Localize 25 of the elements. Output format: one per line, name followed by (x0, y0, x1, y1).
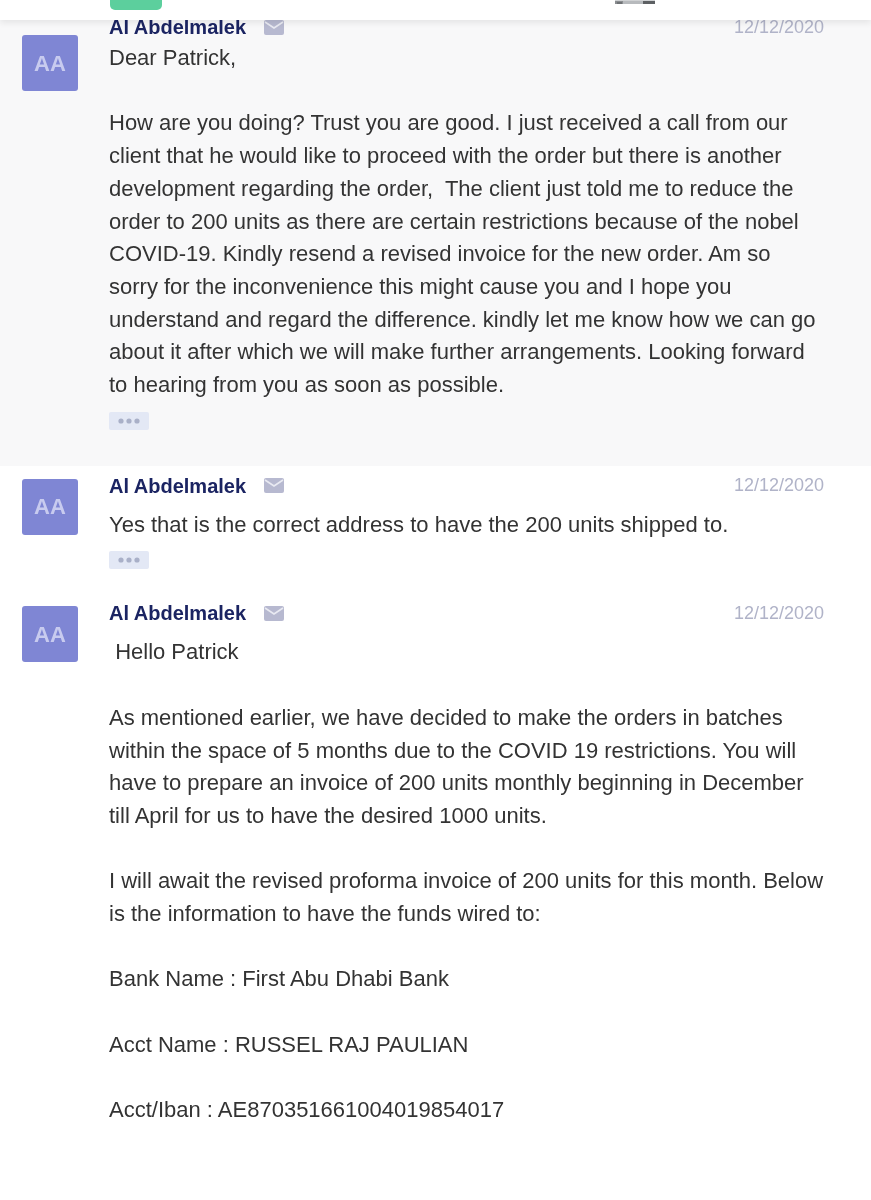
avatar: AA (22, 35, 78, 91)
ellipsis-icon (117, 557, 141, 564)
message-text: I will await the revised proforma invoice of 200 units for this month. Below is the information to have the funds wired to: (109, 867, 824, 928)
message-text: Yes that is the correct address to have the 200 units shipped to. (109, 510, 730, 539)
sender-name: Al Abdelmalek (109, 601, 247, 627)
sender-name: Al Abdelmalek (109, 473, 247, 499)
mail-icon (264, 478, 285, 494)
message-text: As mentioned earlier, we have decided to make the orders in batches within the space of 5 months due to the COVID 19 restrictions. You will have to prepare an invoice of 200 units monthly beginning in December till April for us to have the desired 1000 units. (109, 703, 805, 830)
message-date: 12/12/2020 (733, 474, 824, 498)
message-text: How are you doing? Trust you are good. I just received a call from our client that he would like to proceed with the order but there is another development regarding the order, The client just told me to reduce the order to 200 units as there are certain restrictions because of the nobel COVID-19. Kindly resend a revised invoice for the new order. Am so sorry for the inconvenience this might cause you and I hope you understand and regard the difference. kindly let me know how we can go about it after which we will make further arrangements. Looking forward to hearing from you as soon as possible. (109, 109, 817, 399)
message-text: Acct/Iban : AE870351661004019854017 (109, 1096, 506, 1125)
more-button[interactable] (109, 411, 149, 430)
avatar: AA (22, 606, 78, 663)
ellipsis-icon (117, 417, 141, 424)
more-button[interactable] (109, 551, 149, 570)
mail-icon (264, 605, 285, 621)
message-date: 12/12/2020 (733, 15, 824, 39)
tab-button[interactable] (110, 0, 162, 10)
message-text: Acct Name : RUSSEL RAJ PAULIAN (109, 1030, 470, 1059)
message-text: Dear Patrick, (109, 44, 238, 72)
message-date: 12/12/2020 (733, 601, 824, 625)
message-text: Hello Patrick (114, 638, 240, 667)
sender-name: Al Abdelmalek (109, 15, 247, 40)
message-text: Bank Name : First Abu Dhabi Bank (109, 965, 450, 994)
avatar: AA (22, 478, 78, 535)
